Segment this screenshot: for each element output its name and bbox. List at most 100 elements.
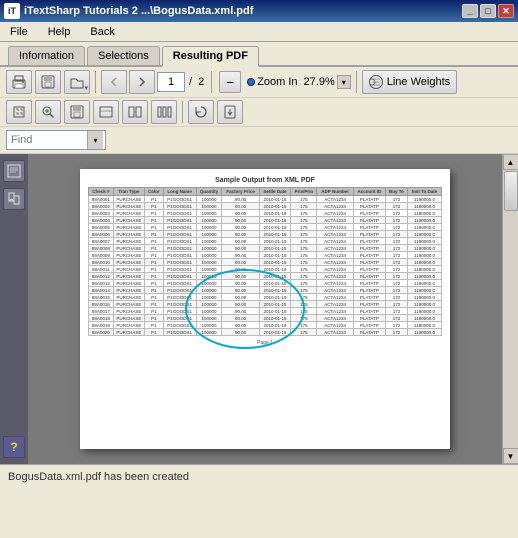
page-total: 2 <box>196 76 206 88</box>
zoom-group: − Zoom In 27.9% ▾ <box>219 71 351 93</box>
zoom-out-button[interactable]: − <box>219 71 241 93</box>
open-button[interactable]: ▾ <box>64 70 90 94</box>
next-page-button[interactable] <box>129 70 155 94</box>
table-row: 88A0014PURCHASEP1P1GOODS110000090.002010… <box>89 287 442 294</box>
maximize-button[interactable]: □ <box>480 4 496 18</box>
table-row: 88A0012PURCHASEP1P1GOODS110000090.002010… <box>89 273 442 280</box>
scroll-down-button[interactable]: ▼ <box>503 448 518 464</box>
find-input-wrap: ▾ <box>6 130 106 150</box>
help-icon[interactable]: ? <box>3 436 25 458</box>
separator-1 <box>95 71 96 93</box>
tab-resulting-pdf[interactable]: Resulting PDF <box>162 46 259 67</box>
title-bar-left: iT iTextSharp Tutorials 2 ...\BogusData.… <box>4 3 253 19</box>
col-qty: Quantity <box>196 188 222 196</box>
app-icon: iT <box>4 3 20 19</box>
minimize-button[interactable]: _ <box>462 4 478 18</box>
toolbar-2 <box>0 98 518 127</box>
col-price: Factory Price <box>222 188 259 196</box>
table-row: 88A0005PURCHASEP1P1GOODS110000090.002010… <box>89 224 442 231</box>
pdf-document-title: Sample Output from XML PDF <box>88 177 442 184</box>
page-separator: / <box>187 76 194 88</box>
table-row: 88A0015PURCHASEP1P1GOODS110000090.002010… <box>89 294 442 301</box>
menu-back[interactable]: Back <box>86 24 118 40</box>
menu-bar: File Help Back <box>0 22 518 42</box>
menu-file[interactable]: File <box>6 24 32 40</box>
line-weights-label: Line Weights <box>387 76 450 88</box>
print-button[interactable] <box>6 70 32 94</box>
navigation-group: 1 / 2 <box>101 70 206 94</box>
prev-page-button[interactable] <box>101 70 127 94</box>
find-input[interactable] <box>7 134 87 146</box>
table-row: 88A0007PURCHASEP1P1GOODS110000090.002010… <box>89 238 442 245</box>
col-date: Settle Date <box>259 188 290 196</box>
table-row: 88A0004PURCHASEP1P1GOODS110000090.002010… <box>89 217 442 224</box>
col-check: Check # <box>89 188 114 196</box>
status-bar: BogusData.xml.pdf has been created <box>0 464 518 488</box>
pdf-viewer: Sample Output from XML PDF Check # Tran … <box>28 154 502 464</box>
tb2-btn3[interactable] <box>64 100 90 124</box>
table-row: 88A0011PURCHASEP1P1GOODS110000090.002010… <box>89 266 442 273</box>
page-thumbnail-icon[interactable] <box>3 160 25 182</box>
menu-help[interactable]: Help <box>44 24 75 40</box>
tab-bar: Information Selections Resulting PDF <box>0 42 518 67</box>
tab-selections[interactable]: Selections <box>87 46 160 65</box>
table-row: 88A0008PURCHASEP1P1GOODS110000090.002010… <box>89 245 442 252</box>
zoom-dot-icon <box>247 78 255 86</box>
page-number-input[interactable]: 1 <box>157 72 185 92</box>
window-title: iTextSharp Tutorials 2 ...\BogusData.xml… <box>24 5 253 17</box>
table-row: 88A0013PURCHASEP1P1GOODS110000090.002010… <box>89 280 442 287</box>
table-row: 88A0019PURCHASEP1P1GOODS110000090.002010… <box>89 322 442 329</box>
separator-3 <box>356 71 357 93</box>
left-panel: ? <box>0 154 28 464</box>
table-row: 88A0017PURCHASEP1P1GOODS110000090.002010… <box>89 308 442 315</box>
table-row: 88A0003PURCHASEP1P1GOODS110000090.002010… <box>89 210 442 217</box>
status-message: BogusData.xml.pdf has been created <box>8 471 189 483</box>
tab-information[interactable]: Information <box>8 46 85 65</box>
bookmarks-icon[interactable] <box>3 188 25 210</box>
tb2-btn2[interactable] <box>35 100 61 124</box>
title-bar: iT iTextSharp Tutorials 2 ...\BogusData.… <box>0 0 518 22</box>
pdf-data-table: Check # Tran Type Color Long Name Quanti… <box>88 187 442 336</box>
main-content-area: ? Sample Output from XML PDF Check # Tra… <box>0 154 518 464</box>
scroll-thumb[interactable] <box>504 171 518 211</box>
pdf-page: Sample Output from XML PDF Check # Tran … <box>80 169 450 449</box>
col-buy: Buy To <box>385 188 407 196</box>
zoom-in-label: Zoom In <box>257 76 297 88</box>
tb2-btn6[interactable] <box>151 100 177 124</box>
table-row: 88A0006PURCHASEP1P1GOODS110000090.002010… <box>89 231 442 238</box>
find-dropdown-button[interactable]: ▾ <box>87 131 103 149</box>
pdf-page-label: Page 1 <box>88 340 442 346</box>
zoom-value-display: 27.9% <box>304 76 335 88</box>
line-weights-button[interactable]: Line Weights <box>362 70 457 94</box>
table-row: 88A0001PURCHASEP1P1GOODS110000090.002010… <box>89 196 442 203</box>
table-row: 88A0018PURCHASEP1P1GOODS110000090.002010… <box>89 315 442 322</box>
separator-2 <box>211 71 212 93</box>
col-priv: Priv/Prio <box>291 188 317 196</box>
col-inst: Inst To Date <box>408 188 442 196</box>
tb2-sep1 <box>182 101 183 123</box>
close-button[interactable]: ✕ <box>498 4 514 18</box>
tb2-btn1[interactable] <box>6 100 32 124</box>
vertical-scrollbar: ▲ ▼ <box>502 154 518 464</box>
title-controls: _ □ ✕ <box>462 4 514 18</box>
find-bar: ▾ <box>0 127 518 154</box>
zoom-dropdown-button[interactable]: ▾ <box>337 75 351 89</box>
table-row: 88A0002PURCHASEP1P1GOODS110000090.002010… <box>89 203 442 210</box>
table-row: 88A0020PURCHASEP1P1GOODS110000090.002010… <box>89 329 442 336</box>
save-button[interactable] <box>35 70 61 94</box>
tb2-btn7[interactable] <box>188 100 214 124</box>
toolbar-1: ▾ 1 / 2 − Zoom In 27.9% ▾ Line Weights <box>0 67 518 98</box>
zoom-label: Zoom In <box>243 76 301 88</box>
col-account: Account ID <box>353 188 385 196</box>
table-row: 88A0010PURCHASEP1P1GOODS110000090.002010… <box>89 259 442 266</box>
scroll-up-button[interactable]: ▲ <box>503 154 518 170</box>
tb2-btn8[interactable] <box>217 100 243 124</box>
col-adp: ADP Number <box>317 188 353 196</box>
table-row: 88A0016PURCHASEP1P1GOODS110000090.002010… <box>89 301 442 308</box>
line-weights-icon <box>369 75 383 89</box>
tb2-btn5[interactable] <box>122 100 148 124</box>
col-name: Long Name <box>163 188 196 196</box>
table-row: 88A0009PURCHASEP1P1GOODS110000090.002010… <box>89 252 442 259</box>
scroll-track <box>503 170 518 448</box>
tb2-btn4[interactable] <box>93 100 119 124</box>
